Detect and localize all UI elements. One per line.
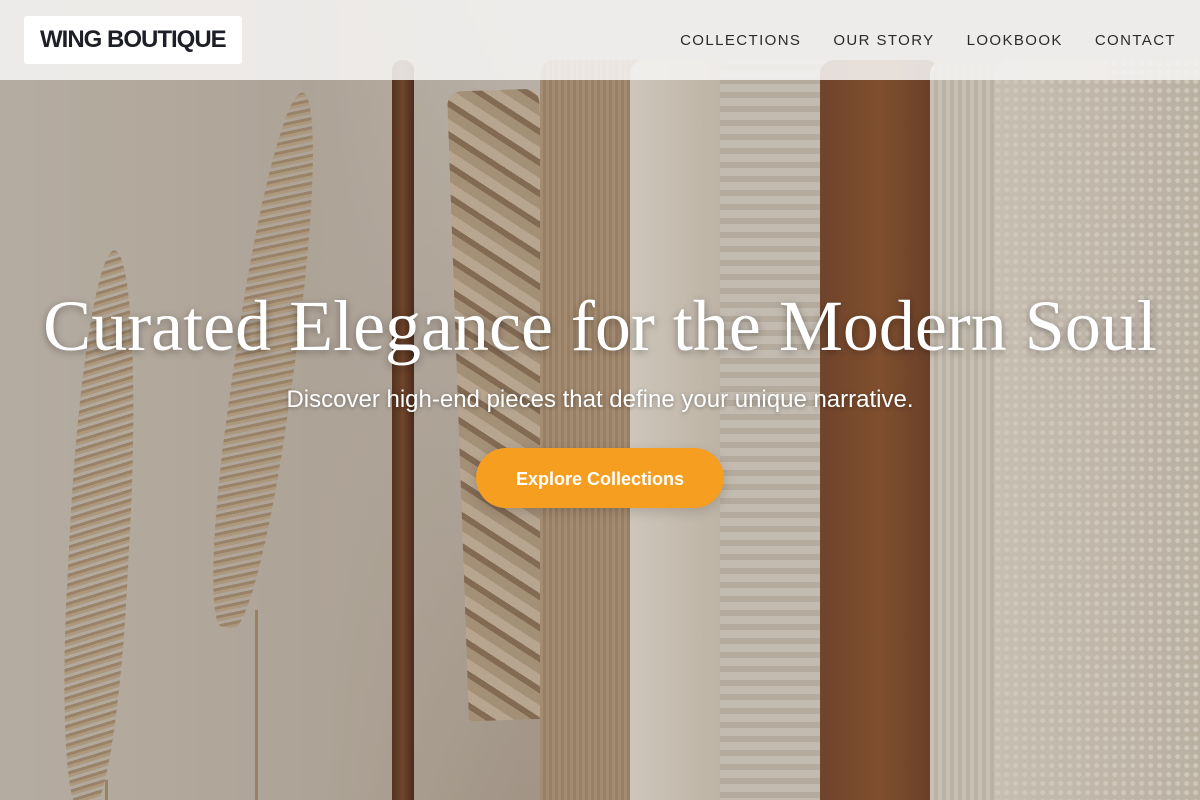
nav-link-collections[interactable]: COLLECTIONS <box>680 32 801 49</box>
nav-link-contact[interactable]: CONTACT <box>1095 32 1176 49</box>
main-nav: COLLECTIONS OUR STORY LOOKBOOK CONTACT <box>680 0 1176 80</box>
hero-subtitle: Discover high-end pieces that define you… <box>286 386 914 413</box>
nav-link-lookbook[interactable]: LOOKBOOK <box>967 32 1063 49</box>
hero-title: Curated Elegance for the Modern Soul <box>43 286 1157 366</box>
site-header: WING BOUTIQUE COLLECTIONS OUR STORY LOOK… <box>0 0 1200 80</box>
page: WING BOUTIQUE COLLECTIONS OUR STORY LOOK… <box>0 0 1200 800</box>
hero-section: Curated Elegance for the Modern Soul Dis… <box>0 280 1200 508</box>
explore-collections-button[interactable]: Explore Collections <box>476 448 724 508</box>
brand-logo[interactable]: WING BOUTIQUE <box>24 16 242 64</box>
nav-link-our-story[interactable]: OUR STORY <box>833 32 934 49</box>
